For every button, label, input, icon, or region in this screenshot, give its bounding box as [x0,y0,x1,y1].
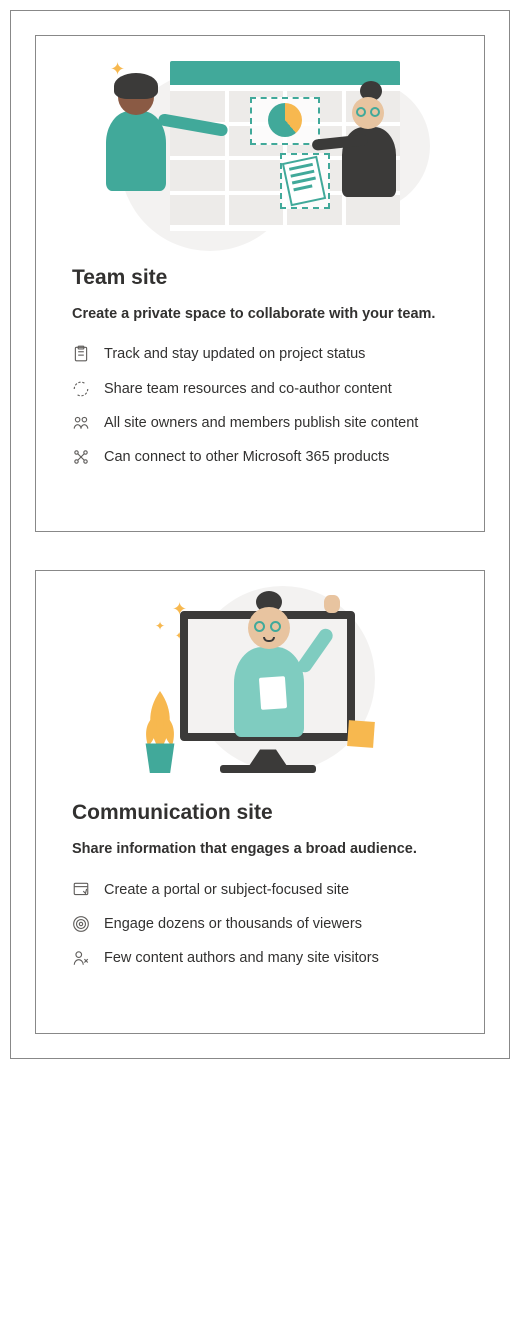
broadcast-icon [72,915,90,933]
plant-icon [138,691,182,751]
feature-item: Few content authors and many site visito… [72,948,448,968]
feature-item: Create a portal or subject-focused site [72,880,448,900]
feature-text: Share team resources and co-author conte… [104,379,448,399]
sticky-note-icon [347,721,375,749]
author-icon [72,949,90,967]
feature-item: Track and stay updated on project status [72,344,448,364]
people-icon [72,414,90,432]
team-site-card[interactable]: ✦ ✦ [35,35,485,532]
sparkle-icon: ✦ [155,619,165,633]
feature-list: Create a portal or subject-focused site … [72,880,448,969]
feature-item: Can connect to other Microsoft 365 produ… [72,447,448,467]
feature-text: Few content authors and many site visito… [104,948,448,968]
card-subtitle: Create a private space to collaborate wi… [72,304,448,324]
feature-text: Can connect to other Microsoft 365 produ… [104,447,448,467]
pot-icon [142,743,178,773]
refresh-icon [72,380,90,398]
team-site-illustration: ✦ ✦ [36,36,484,266]
feature-item: Share team resources and co-author conte… [72,379,448,399]
feature-item: All site owners and members publish site… [72,413,448,433]
connect-icon [72,448,90,466]
portal-icon [72,881,90,899]
pie-chart-icon [268,103,302,137]
clipboard-icon [72,345,90,363]
feature-text: All site owners and members publish site… [104,413,448,433]
feature-list: Track and stay updated on project status… [72,344,448,467]
communication-site-card[interactable]: ✦ ✦ ✦ [35,570,485,1033]
card-title: Team site [72,266,448,290]
card-title: Communication site [72,801,448,825]
card-subtitle: Share information that engages a broad a… [72,839,448,859]
feature-text: Track and stay updated on project status [104,344,448,364]
feature-item: Engage dozens or thousands of viewers [72,914,448,934]
site-type-chooser: ✦ ✦ [10,10,510,1059]
feature-text: Engage dozens or thousands of viewers [104,914,448,934]
communication-site-illustration: ✦ ✦ ✦ [36,571,484,801]
feature-text: Create a portal or subject-focused site [104,880,448,900]
